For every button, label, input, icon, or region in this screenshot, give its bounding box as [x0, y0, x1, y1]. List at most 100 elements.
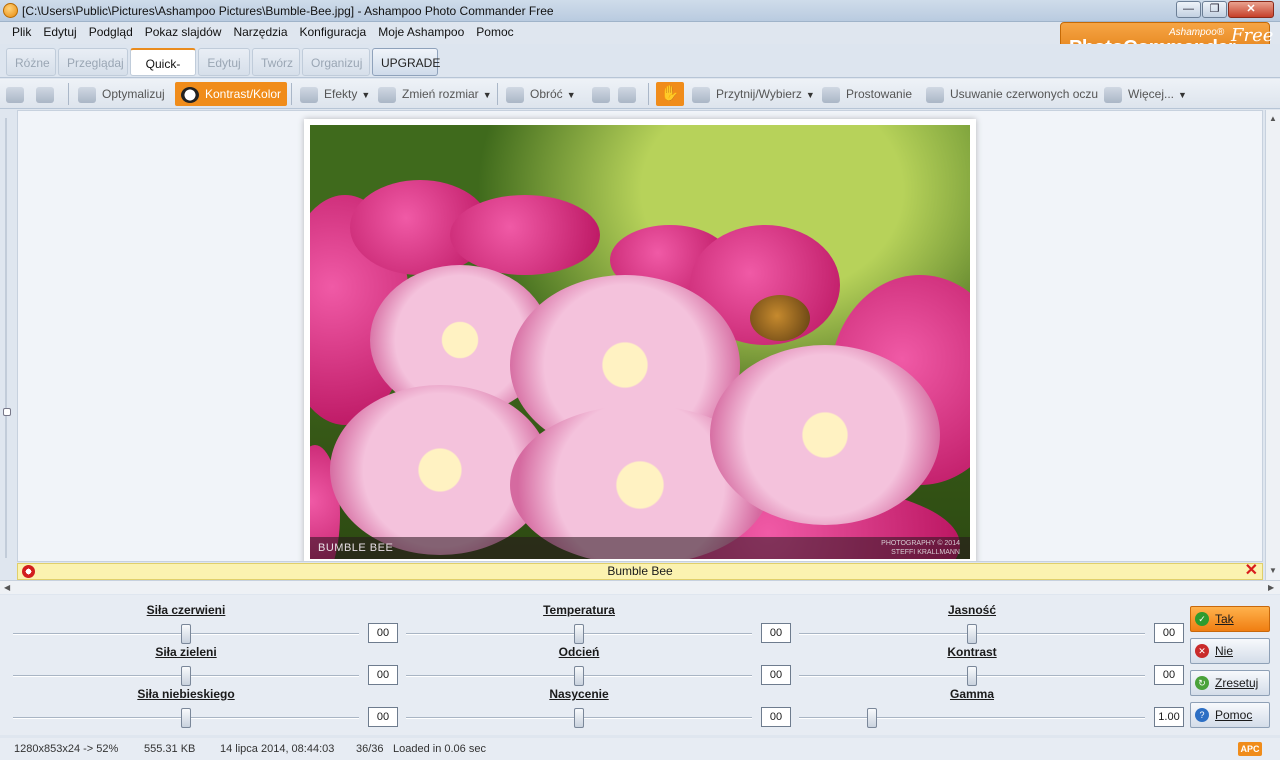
tab-quick-fix[interactable]: Quick-Fix [130, 48, 196, 99]
scroll-left-icon[interactable]: ◀ [4, 583, 10, 592]
contrast-icon [181, 86, 199, 103]
scroll-up-icon[interactable]: ▲ [1269, 114, 1277, 123]
adjust-blue-strength: Siła niebieskiego 00 [13, 679, 403, 728]
status-loaded: Loaded in 0.06 sec [393, 743, 486, 755]
maximize-button[interactable]: ❐ [1202, 1, 1227, 18]
chevron-down-icon: ▼ [566, 90, 576, 100]
adjust-label: Siła zieleni [155, 645, 217, 659]
crop-icon [692, 86, 710, 103]
value-field[interactable]: 00 [761, 707, 791, 727]
redeye-label: Usuwanie czerwonych oczu [950, 87, 1099, 101]
rotate-label: Obróć [530, 87, 563, 101]
rotate-icon [506, 86, 524, 103]
effects-button[interactable]: Efekty ▼ [300, 82, 370, 106]
redeye-button[interactable]: Usuwanie czerwonych oczu [926, 82, 1098, 106]
tab-organizuj[interactable]: Organizuj [302, 48, 370, 76]
undo-button[interactable] [6, 82, 30, 106]
optimize-button[interactable]: Optymalizuj [78, 82, 165, 106]
photo-preview: BUMBLE BEE PHOTOGRAPHY © 2014 STEFFI KRA… [310, 125, 970, 559]
rotate-button[interactable]: Obróć ▼ [506, 82, 576, 106]
resize-label: Zmień rozmiar [402, 87, 479, 101]
adjust-label: Gamma [949, 687, 995, 701]
rotate-left-button[interactable] [592, 82, 616, 106]
contrast-color-label: Kontrast/Kolor [205, 87, 282, 101]
adjust-green-strength: Siła zieleni 00 [13, 637, 403, 686]
reset-label: Zresetuj [1215, 676, 1259, 690]
menu-konfiguracja[interactable]: Konfiguracja [300, 25, 367, 39]
panel-resize-handle[interactable] [3, 408, 11, 416]
hand-tool-button[interactable]: ✋ [656, 82, 684, 106]
close-icon[interactable]: ✕ [1245, 563, 1258, 579]
reset-button[interactable]: ↻ Zresetuj [1190, 670, 1270, 696]
toolbar-separator [497, 83, 498, 105]
help-button[interactable]: ? Pomoc [1190, 702, 1270, 728]
effects-icon [300, 86, 318, 103]
adjust-label: Kontrast [947, 645, 997, 659]
no-button[interactable]: ✕ Nie [1190, 638, 1270, 664]
scroll-down-icon[interactable]: ▼ [1269, 566, 1277, 575]
resize-button[interactable]: Zmień rozmiar ▼ [378, 82, 492, 106]
yes-button[interactable]: ✓ Tak [1190, 606, 1270, 632]
menu-pokaz-slajdow[interactable]: Pokaz slajdów [145, 25, 222, 39]
tab-edytuj[interactable]: Edytuj [198, 48, 250, 76]
optimize-icon [78, 86, 96, 103]
straighten-label: Prostowanie [846, 87, 913, 101]
adjust-gamma: Gamma 1.00 [799, 679, 1189, 728]
cancel-icon: ✕ [1195, 644, 1209, 658]
rotate-right-button[interactable] [618, 82, 642, 106]
effects-label: Efekty [324, 87, 358, 101]
redo-button[interactable] [36, 82, 60, 106]
logo-free: Free [1231, 25, 1274, 46]
menu-narzedzia[interactable]: Narzędzia [233, 25, 287, 39]
reset-icon: ↻ [1195, 676, 1209, 690]
vertical-scrollbar[interactable]: ▲ ▼ [1265, 110, 1280, 580]
adjust-red-strength: Siła czerwieni 00 [13, 595, 403, 644]
menu-plik[interactable]: Plik [12, 25, 31, 39]
more-button[interactable]: Więcej... ▼ [1104, 82, 1187, 106]
slider-thumb[interactable] [181, 708, 191, 728]
menu-pomoc[interactable]: Pomoc [476, 25, 513, 39]
value-field[interactable]: 00 [368, 707, 398, 727]
tab-przegladaj[interactable]: Przeglądaj [58, 48, 128, 76]
scroll-right-icon[interactable]: ▶ [1268, 583, 1274, 592]
tab-rozne[interactable]: Różne [6, 48, 56, 76]
photo-caption-bar: BUMBLE BEE PHOTOGRAPHY © 2014 STEFFI KRA… [310, 537, 970, 559]
minimize-button[interactable]: — [1176, 1, 1201, 18]
undo-icon [6, 86, 24, 103]
chevron-down-icon: ▼ [805, 90, 815, 100]
crop-select-button[interactable]: Przytnij/Wybierz ▼ [692, 82, 815, 106]
more-label: Więcej... [1128, 87, 1175, 101]
eye-icon [926, 86, 944, 103]
toolbar: Optymalizuj Kontrast/Kolor Efekty ▼ Zmień… [0, 79, 1280, 109]
redo-icon [36, 86, 54, 103]
chevron-down-icon: ▼ [1178, 90, 1187, 100]
slider-thumb[interactable] [867, 708, 877, 728]
chevron-down-icon: ▼ [482, 90, 492, 100]
slider-track[interactable] [799, 717, 1145, 719]
tab-upgrade[interactable]: UPGRADE [372, 48, 440, 76]
image-workspace[interactable]: BUMBLE BEE PHOTOGRAPHY © 2014 STEFFI KRA… [17, 110, 1263, 562]
horizontal-scrollbar[interactable]: ◀ ▶ [0, 580, 1280, 594]
status-date: 14 lipca 2014, 08:44:03 [220, 743, 335, 755]
apc-badge: APC [1238, 742, 1262, 756]
contrast-color-button[interactable]: Kontrast/Kolor [175, 82, 288, 106]
caption-strip-text: Bumble Bee [607, 564, 673, 578]
slider-thumb[interactable] [574, 708, 584, 728]
help-icon: ? [1195, 708, 1209, 722]
photo-petal [450, 195, 600, 275]
tab-tworz[interactable]: Twórz [252, 48, 300, 76]
photo-credit-line: PHOTOGRAPHY © 2014 [881, 540, 960, 547]
chevron-down-icon: ▼ [361, 90, 371, 100]
no-entry-icon[interactable] [22, 565, 35, 578]
menu-edytuj[interactable]: Edytuj [43, 25, 76, 39]
value-field[interactable]: 1.00 [1154, 707, 1184, 727]
app-icon [3, 3, 18, 18]
left-ruler [5, 118, 7, 558]
status-bar: 1280x853x24 -> 52% 555.31 KB 14 lipca 20… [0, 738, 1280, 760]
yes-label: Tak [1215, 612, 1234, 626]
straighten-button[interactable]: Prostowanie [822, 82, 912, 106]
hand-icon: ✋ [660, 85, 680, 102]
menu-podglad[interactable]: Podgląd [89, 25, 133, 39]
menu-moje-ashampoo[interactable]: Moje Ashampoo [378, 25, 464, 39]
close-button[interactable]: ✕ [1228, 1, 1274, 18]
